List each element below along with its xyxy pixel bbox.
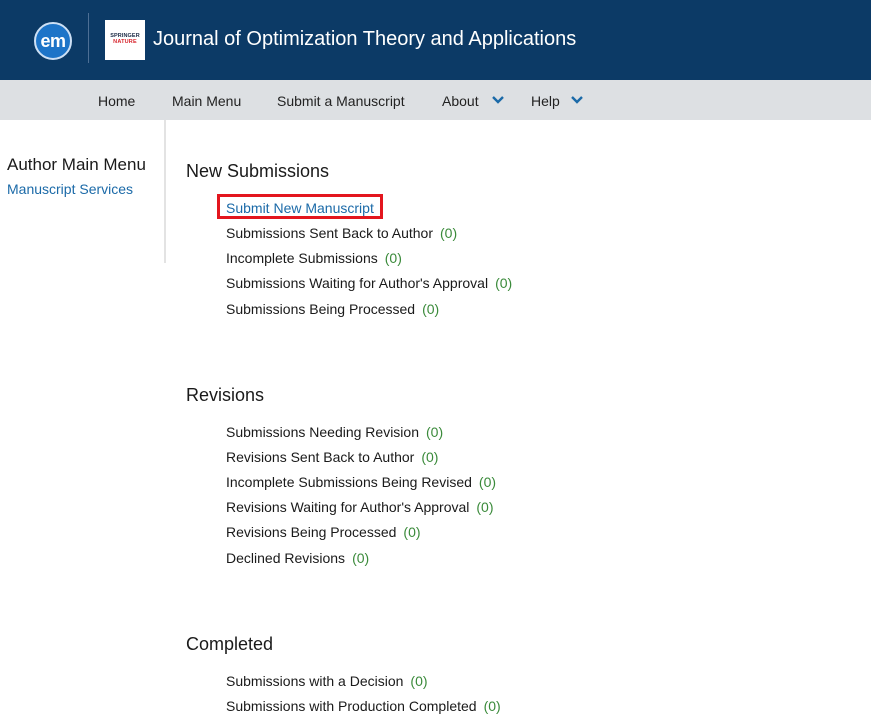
count-badge: (0) bbox=[483, 698, 501, 714]
chevron-down-icon[interactable] bbox=[491, 93, 505, 107]
count-badge: (0) bbox=[422, 301, 440, 317]
list-item-label[interactable]: Submissions Waiting for Author's Approva… bbox=[226, 275, 488, 291]
nav-main-menu[interactable]: Main Menu bbox=[172, 80, 241, 120]
list-item[interactable]: Declined Revisions (0) bbox=[226, 550, 369, 566]
em-logo[interactable]: em bbox=[34, 22, 72, 60]
chevron-down-icon[interactable] bbox=[570, 93, 584, 107]
list-item-label[interactable]: Revisions Waiting for Author's Approval bbox=[226, 499, 469, 515]
nav-submit-manuscript[interactable]: Submit a Manuscript bbox=[277, 80, 405, 120]
journal-title: Journal of Optimization Theory and Appli… bbox=[153, 28, 577, 50]
list-item-label[interactable]: Revisions Sent Back to Author bbox=[226, 449, 414, 465]
header-divider bbox=[88, 13, 89, 63]
count-badge: (0) bbox=[478, 474, 497, 490]
count-badge: (0) bbox=[421, 449, 439, 465]
sidebar-title: Author Main Menu bbox=[7, 155, 146, 174]
list-item-label[interactable]: Submissions Being Processed bbox=[226, 301, 415, 317]
list-item-label[interactable]: Incomplete Submissions bbox=[226, 250, 378, 266]
count-badge: (0) bbox=[476, 499, 494, 515]
list-item[interactable]: Incomplete Submissions (0) bbox=[226, 250, 402, 266]
list-item-label[interactable]: Revisions Being Processed bbox=[226, 524, 396, 540]
list-item-label[interactable]: Incomplete Submissions Being Revised bbox=[226, 474, 472, 490]
list-item[interactable]: Revisions Waiting for Author's Approval (… bbox=[226, 499, 494, 515]
list-item-label[interactable]: Submissions with a Decision bbox=[226, 673, 403, 689]
header: em SPRINGER NATURE Journal of Optimizati… bbox=[0, 0, 871, 80]
section-title-completed: Completed bbox=[186, 634, 274, 654]
count-badge: (0) bbox=[495, 275, 513, 291]
nav-about[interactable]: About bbox=[442, 80, 479, 120]
count-badge: (0) bbox=[440, 225, 458, 241]
list-item[interactable]: Submissions Waiting for Author's Approva… bbox=[226, 275, 512, 291]
list-item[interactable]: Submissions Sent Back to Author (0) bbox=[226, 225, 457, 241]
count-badge: (0) bbox=[384, 250, 402, 266]
list-item-label[interactable]: Submissions with Production Completed bbox=[226, 698, 477, 714]
list-item-label[interactable]: Submissions Sent Back to Author bbox=[226, 225, 433, 241]
list-item[interactable]: Revisions Sent Back to Author (0) bbox=[226, 449, 438, 465]
list-item[interactable]: Submissions Being Processed (0) bbox=[226, 301, 439, 317]
list-item-label[interactable]: Submissions Needing Revision bbox=[226, 424, 419, 440]
nav-bar: Home Main Menu Submit a Manuscript About… bbox=[0, 80, 871, 120]
list-item[interactable]: Submissions Needing Revision (0) bbox=[226, 424, 443, 440]
submit-new-manuscript-link[interactable]: Submit New Manuscript bbox=[226, 200, 374, 216]
list-item[interactable]: Incomplete Submissions Being Revised (0) bbox=[226, 474, 496, 490]
list-item[interactable]: Submissions with a Decision (0) bbox=[226, 673, 428, 689]
nav-help[interactable]: Help bbox=[531, 80, 560, 120]
section-title-new-submissions: New Submissions bbox=[186, 161, 330, 181]
publisher-logo-line2: NATURE bbox=[113, 39, 137, 45]
list-item-label[interactable]: Declined Revisions bbox=[226, 550, 345, 566]
springer-nature-logo: SPRINGER NATURE bbox=[105, 20, 145, 60]
count-badge: (0) bbox=[352, 550, 370, 566]
count-badge: (0) bbox=[410, 673, 428, 689]
list-item[interactable]: Submissions with Production Completed (0) bbox=[226, 698, 501, 714]
sidebar: Author Main Menu Manuscript Services bbox=[0, 120, 166, 263]
manuscript-services-link[interactable]: Manuscript Services bbox=[7, 181, 133, 197]
count-badge: (0) bbox=[426, 424, 444, 440]
count-badge: (0) bbox=[403, 524, 421, 540]
section-title-revisions: Revisions bbox=[186, 385, 265, 405]
nav-home[interactable]: Home bbox=[98, 80, 135, 120]
list-item[interactable]: Revisions Being Processed (0) bbox=[226, 524, 421, 540]
